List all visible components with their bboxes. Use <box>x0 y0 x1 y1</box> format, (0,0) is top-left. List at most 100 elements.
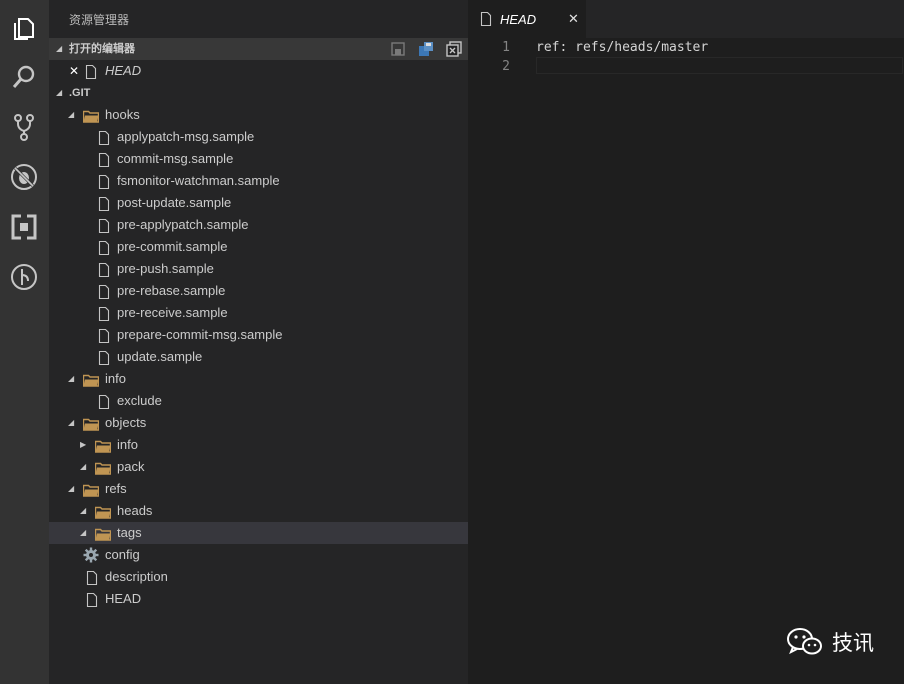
tree-file[interactable]: config <box>49 544 468 566</box>
tree-file[interactable]: pre-applypatch.sample <box>49 214 468 236</box>
tree-folder[interactable]: ◢ info <box>49 368 468 390</box>
explorer-icon[interactable] <box>9 14 39 44</box>
tree-file[interactable]: prepare-commit-msg.sample <box>49 324 468 346</box>
file-icon <box>97 174 111 190</box>
save-icon[interactable] <box>418 41 434 57</box>
caret-down-icon[interactable]: ◢ <box>80 456 90 478</box>
tree-item-label: post-update.sample <box>117 195 232 210</box>
file-icon <box>97 152 111 168</box>
tab-head[interactable]: HEAD ✕ <box>468 0 586 38</box>
tree-folder[interactable]: ◢ tags <box>49 522 468 544</box>
tree-file[interactable]: pre-commit.sample <box>49 236 468 258</box>
tree-item-label: info <box>105 371 126 386</box>
tree-item-label: fsmonitor-watchman.sample <box>117 173 280 188</box>
file-icon <box>85 592 99 608</box>
tree-file[interactable]: update.sample <box>49 346 468 368</box>
close-icon[interactable]: ✕ <box>69 60 79 82</box>
file-icon <box>479 11 493 27</box>
tree-folder[interactable]: ◢ refs <box>49 478 468 500</box>
extensions-icon[interactable] <box>9 212 39 242</box>
watermark: 技讯 <box>786 624 874 660</box>
folder-icon <box>82 108 100 123</box>
sidebar-title: 资源管理器 <box>69 13 130 27</box>
tree-file[interactable]: pre-rebase.sample <box>49 280 468 302</box>
file-icon <box>97 284 111 300</box>
tree-item-label: update.sample <box>117 349 203 364</box>
tree-file[interactable]: pre-receive.sample <box>49 302 468 324</box>
tree-item-label: heads <box>117 503 153 518</box>
code-line[interactable]: 2 <box>468 57 904 76</box>
open-editors-header[interactable]: ◢ 打开的编辑器 <box>49 38 468 60</box>
caret-down-icon[interactable]: ◢ <box>80 500 90 522</box>
line-text: ref: refs/heads/master <box>536 40 709 55</box>
folder-header[interactable]: ◢ .GIT <box>49 82 468 104</box>
caret-right-icon[interactable]: ▶ <box>80 434 90 456</box>
tree-file[interactable]: post-update.sample <box>49 192 468 214</box>
folder-icon <box>82 416 100 431</box>
tree-item-label: pack <box>117 459 145 474</box>
close-all-icon[interactable] <box>446 41 462 57</box>
tree-folder[interactable]: ◢ pack <box>49 456 468 478</box>
tree-item-label: commit-msg.sample <box>117 151 234 166</box>
tree-file[interactable]: pre-push.sample <box>49 258 468 280</box>
open-editor-item-head[interactable]: ✕ HEAD <box>49 60 468 82</box>
caret-down-icon[interactable]: ◢ <box>80 522 90 544</box>
tree-item-label: pre-applypatch.sample <box>117 217 249 232</box>
tree-file[interactable]: applypatch-msg.sample <box>49 126 468 148</box>
explorer-sidebar: 资源管理器 ◢ 打开的编辑器 ✕ HEAD ◢ .GIT ◢ hooks apply… <box>49 0 468 684</box>
tree-folder[interactable]: ◢ hooks <box>49 104 468 126</box>
tree-item-label: pre-commit.sample <box>117 239 228 254</box>
file-icon <box>85 570 99 586</box>
gitlens-icon[interactable] <box>9 262 39 292</box>
caret-down-icon[interactable]: ◢ <box>68 104 78 126</box>
tree-folder[interactable]: ◢ objects <box>49 412 468 434</box>
file-icon <box>97 240 111 256</box>
tree-file[interactable]: exclude <box>49 390 468 412</box>
tab-close-icon[interactable]: ✕ <box>568 11 579 27</box>
file-icon <box>97 262 111 278</box>
tree-file[interactable]: fsmonitor-watchman.sample <box>49 170 468 192</box>
tree-folder[interactable]: ▶ info <box>49 434 468 456</box>
tree-item-label: prepare-commit-msg.sample <box>117 327 283 342</box>
editor-area: HEAD ✕ 1 ref: refs/heads/master 2 <box>468 0 904 684</box>
caret-down-icon[interactable]: ◢ <box>68 368 78 390</box>
folder-icon <box>94 526 112 541</box>
caret-down-icon[interactable]: ◢ <box>68 478 78 500</box>
folder-icon <box>82 372 100 387</box>
wechat-logo-icon <box>787 628 822 655</box>
tree-item-label: pre-receive.sample <box>117 305 228 320</box>
tabs-bar: HEAD ✕ <box>468 0 904 38</box>
gear-icon <box>83 547 99 563</box>
watermark-label: 技讯 <box>832 631 874 655</box>
tree-item-label: applypatch-msg.sample <box>117 129 255 144</box>
debug-icon[interactable] <box>9 162 39 192</box>
caret-down-icon: ◢ <box>56 88 63 97</box>
source-control-icon[interactable] <box>9 112 39 142</box>
file-icon <box>97 350 111 366</box>
search-icon[interactable] <box>9 62 39 92</box>
tree-item-label: tags <box>117 525 142 540</box>
tree-folder[interactable]: ◢ heads <box>49 500 468 522</box>
tree-file[interactable]: commit-msg.sample <box>49 148 468 170</box>
tree-item-label: refs <box>105 481 127 496</box>
tree-item-label: info <box>117 437 138 452</box>
tree-item-label: HEAD <box>105 591 142 606</box>
file-icon <box>84 64 98 80</box>
file-icon <box>97 196 111 212</box>
line-number: 2 <box>502 59 510 74</box>
tree-file[interactable]: HEAD <box>49 588 468 610</box>
save-all-icon[interactable] <box>390 41 406 57</box>
code-line[interactable]: 1 ref: refs/heads/master <box>468 38 904 57</box>
tab-label: HEAD <box>500 12 537 27</box>
tree-item-label: config <box>105 547 140 562</box>
tree-file[interactable]: description <box>49 566 468 588</box>
folder-header-label: .GIT <box>69 87 91 99</box>
open-editors-label: 打开的编辑器 <box>69 43 135 55</box>
tree-item-label: hooks <box>105 107 140 122</box>
open-editors-actions <box>390 41 462 57</box>
folder-icon <box>94 460 112 475</box>
folder-icon <box>94 504 112 519</box>
file-icon <box>97 130 111 146</box>
caret-down-icon[interactable]: ◢ <box>68 412 78 434</box>
tree-item-label: description <box>105 569 168 584</box>
